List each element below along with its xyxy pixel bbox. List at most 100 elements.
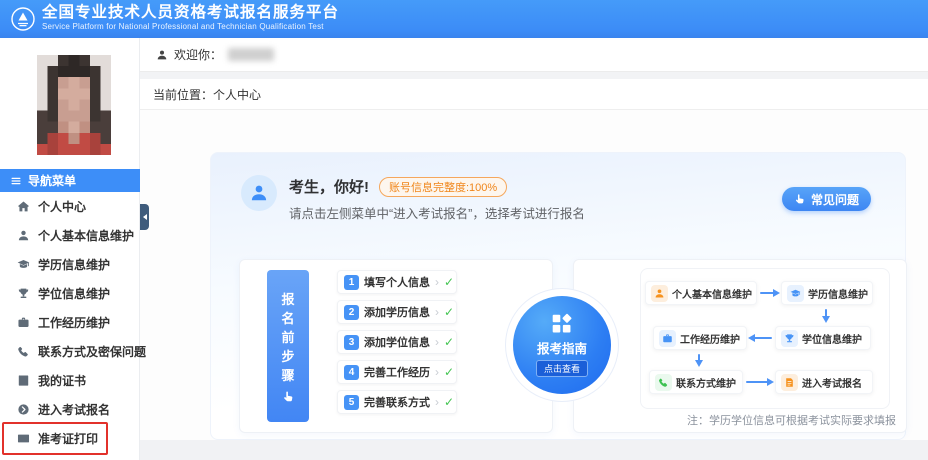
certificate-icon: [17, 374, 30, 387]
step-number: 5: [344, 395, 359, 410]
flow-arrow-down-icon: [698, 354, 700, 365]
enter-icon: [17, 403, 30, 416]
grad-cap-icon: [17, 258, 30, 271]
steps-banner-char: 名: [281, 309, 294, 328]
instruction-text: 请点击左侧菜单中“进入考试报名”，选择考试进行报名: [289, 203, 585, 222]
sidebar-item-label: 准考证打印: [38, 430, 98, 447]
app: 全国专业技术人员资格考试报名服务平台 Service Platform for …: [0, 0, 928, 460]
grid-icon: [551, 313, 573, 335]
step-number: 1: [344, 275, 359, 290]
user-avatar-icon: [249, 183, 269, 203]
sidebar-item-phone[interactable]: 联系方式及密保问题: [0, 337, 140, 366]
hand-pointer-icon: [794, 193, 806, 205]
step-label: 添加学位信息: [364, 334, 430, 350]
exam-guide-button[interactable]: 报考指南 点击查看: [506, 289, 618, 401]
sidebar-collapse-button[interactable]: [140, 204, 149, 230]
chevron-right-icon: ›: [435, 336, 439, 348]
steps-banner-char: 报: [281, 290, 294, 309]
faq-button-label: 常见问题: [811, 191, 859, 208]
flow-node-doc[interactable]: 进入考试报名: [775, 370, 873, 394]
flow-node-grad-cap[interactable]: 学历信息维护: [781, 281, 873, 305]
flow-node-label: 个人基本信息维护: [672, 286, 752, 301]
sidebar-item-label: 个人基本信息维护: [38, 227, 134, 244]
step-item-5[interactable]: 5完善联系方式›✓: [337, 390, 457, 414]
avatar: [241, 175, 277, 211]
flow-arrow-down-icon: [825, 309, 827, 321]
briefcase-icon: [17, 316, 30, 329]
sidebar-item-enter[interactable]: 进入考试报名: [0, 395, 140, 424]
check-icon: ✓: [444, 396, 454, 408]
degree-icon: [17, 287, 30, 300]
step-number: 2: [344, 305, 359, 320]
step-item-2[interactable]: 2 添加学历信息 › ✓: [337, 300, 457, 324]
guide-view-button[interactable]: 点击查看: [536, 360, 588, 377]
doc-icon: [781, 374, 798, 391]
flow-node-user[interactable]: 个人基本信息维护: [645, 281, 757, 305]
phone-icon: [655, 374, 672, 391]
hamburger-icon: [10, 175, 22, 187]
check-icon: ✓: [444, 306, 454, 318]
sidebar: 导航菜单 个人中心个人基本信息维护学历信息维护学位信息维护工作经历维护联系方式及…: [0, 38, 140, 460]
chevron-right-icon: ›: [435, 306, 439, 318]
sidebar-item-briefcase[interactable]: 工作经历维护: [0, 308, 140, 337]
sidebar-menu: 个人中心个人基本信息维护学历信息维护学位信息维护工作经历维护联系方式及密保问题我…: [0, 192, 140, 453]
steps-banner-char: 前: [281, 328, 294, 347]
faq-button[interactable]: 常见问题: [782, 187, 871, 211]
chevron-right-icon: ›: [435, 276, 439, 288]
sidebar-item-certificate[interactable]: 我的证书: [0, 366, 140, 395]
breadcrumb: 当前位置：个人中心: [140, 79, 928, 110]
welcome-label: 欢迎你：: [174, 46, 222, 63]
flow-note: 注：学历学位信息可根据考试实际要求填报: [687, 412, 896, 428]
step-number: 3: [344, 335, 359, 350]
user-icon: [17, 229, 30, 242]
flow-node-label: 学历信息维护: [808, 286, 868, 301]
user-icon: [156, 49, 168, 61]
flow-node-briefcase[interactable]: 工作经历维护: [653, 326, 747, 350]
chevron-right-icon: ›: [435, 366, 439, 378]
check-icon: ✓: [444, 336, 454, 348]
hand-pointer-icon: [282, 390, 295, 403]
flow-node-label: 学位信息维护: [802, 331, 862, 346]
nav-menu-label: 导航菜单: [28, 172, 76, 189]
flow-diagram: 个人基本信息维护 学历信息维护工作经历维护 学位信息维护联系方式维护 进入考试报名: [640, 268, 890, 409]
grad-cap-icon: [787, 285, 804, 302]
briefcase-icon: [659, 330, 676, 347]
step-item-4[interactable]: 4完善工作经历›✓: [337, 360, 457, 384]
check-icon: ✓: [444, 276, 454, 288]
step-item-3[interactable]: 3 添加学位信息 › ✓: [337, 330, 457, 354]
sidebar-item-grad-cap[interactable]: 学历信息维护: [0, 250, 140, 279]
welcome-bar: 欢迎你：: [140, 38, 928, 72]
sidebar-item-print-card[interactable]: 准考证打印: [0, 424, 140, 453]
sidebar-item-label: 工作经历维护: [38, 314, 110, 331]
sidebar-item-user[interactable]: 个人基本信息维护: [0, 221, 140, 250]
degree-icon: [781, 330, 798, 347]
sidebar-item-label: 个人中心: [38, 198, 86, 215]
sidebar-item-label: 进入考试报名: [38, 401, 110, 418]
sidebar-item-label: 学位信息维护: [38, 285, 110, 302]
step-label: 添加学历信息: [364, 304, 430, 320]
flow-arrow-right-icon: [760, 292, 778, 294]
steps-list: 1 填写个人信息 › ✓ 2 添加学历信息 › ✓ 3 添加学位信息 › ✓ 4完善工作经历›✓ 5完善联…: [337, 270, 457, 414]
app-header: 全国专业技术人员资格考试报名服务平台 Service Platform for …: [0, 0, 928, 38]
sidebar-item-home[interactable]: 个人中心: [0, 192, 140, 221]
flow-arrow-right-icon: [746, 381, 772, 383]
step-item-1[interactable]: 1 填写个人信息 › ✓: [337, 270, 457, 294]
site-title: 全国专业技术人员资格考试报名服务平台: [42, 3, 339, 22]
separator-band: [140, 72, 928, 79]
guide-title: 报考指南: [537, 338, 587, 357]
step-number: 4: [344, 365, 359, 380]
flow-node-phone[interactable]: 联系方式维护: [649, 370, 743, 394]
steps-banner-char: 骤: [281, 366, 294, 385]
flow-arrow-left-icon: [750, 337, 772, 339]
step-label: 填写个人信息: [364, 274, 430, 290]
profile-photo: [37, 55, 111, 155]
flow-node-degree[interactable]: 学位信息维护: [775, 326, 871, 350]
sidebar-item-degree[interactable]: 学位信息维护: [0, 279, 140, 308]
steps-banner-char: 步: [281, 347, 294, 366]
completeness-badge: 账号信息完整度:100%: [379, 177, 507, 197]
site-subtitle: Service Platform for National Profession…: [42, 22, 339, 31]
maintenance-flow-panel: 个人基本信息维护 学历信息维护工作经历维护 学位信息维护联系方式维护 进入考试报名 注…: [573, 259, 907, 433]
steps-vertical-banner: 报名前步骤: [267, 270, 309, 422]
redacted-username: [228, 48, 274, 61]
user-icon: [651, 285, 668, 302]
